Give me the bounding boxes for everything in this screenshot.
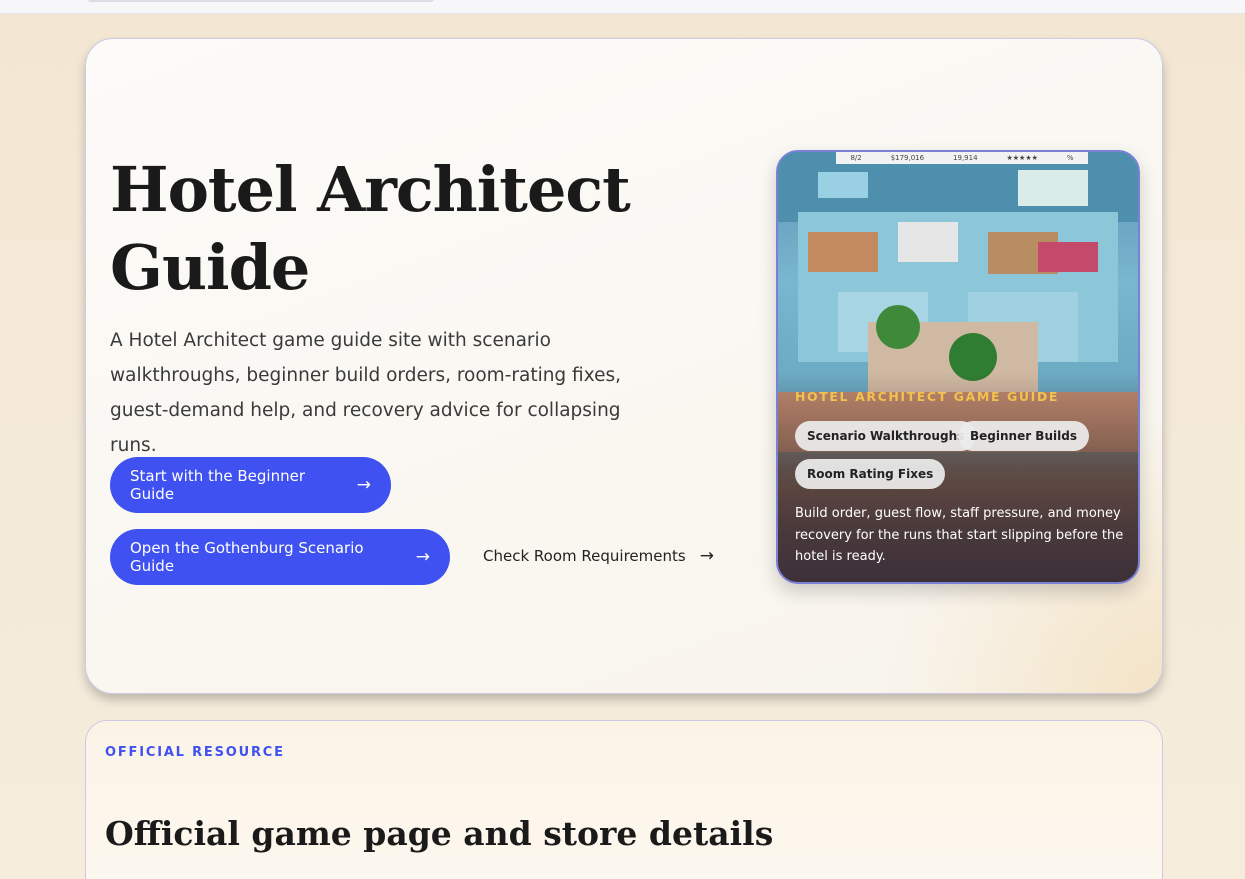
game-hud: 8/2 $179,016 19,914 ★★★★★ %: [836, 152, 1088, 164]
browser-topbar: [0, 0, 1245, 14]
guide-preview-card[interactable]: 8/2 $179,016 19,914 ★★★★★ % HOTEL ARCHIT…: [776, 150, 1140, 584]
hud-rating: ★★★★★: [1006, 154, 1038, 162]
arrow-right-icon: →: [415, 547, 430, 567]
official-resource-section: OFFICIAL RESOURCE Official game page and…: [85, 720, 1163, 879]
chip-beginner-builds[interactable]: Beginner Builds: [958, 421, 1089, 451]
card-label: HOTEL ARCHITECT GAME GUIDE: [795, 389, 1060, 404]
room-requirements-label: Check Room Requirements: [483, 547, 686, 565]
start-beginner-guide-button[interactable]: Start with the Beginner Guide →: [110, 457, 391, 513]
arrow-right-icon: →: [699, 546, 714, 566]
hud-money: $179,016: [890, 154, 925, 162]
chip-room-rating-fixes[interactable]: Room Rating Fixes: [795, 459, 946, 489]
hero-description: A Hotel Architect game guide site with s…: [110, 330, 621, 456]
address-bar[interactable]: [88, 0, 434, 2]
hud-guests: 8/2: [850, 154, 862, 162]
section-eyebrow: OFFICIAL RESOURCE: [105, 745, 285, 760]
hud-score: 19,914: [953, 154, 978, 162]
page-title: Hotel Architect Guide: [110, 153, 631, 304]
card-description: Build order, guest flow, staff pressure,…: [795, 506, 1124, 564]
section-title: Official game page and store details: [105, 814, 774, 853]
hero-panel: Hotel Architect Guide A Hotel Architect …: [85, 38, 1163, 694]
room-requirements-link[interactable]: Check Room Requirements →: [483, 546, 714, 566]
arrow-right-icon: →: [356, 475, 371, 495]
hud-percent: %: [1066, 154, 1074, 162]
gothenburg-scenario-button[interactable]: Open the Gothenburg Scenario Guide →: [110, 529, 450, 585]
start-beginner-guide-label: Start with the Beginner Guide: [130, 467, 306, 503]
gothenburg-scenario-label: Open the Gothenburg Scenario Guide: [130, 539, 364, 575]
chip-scenario-walkthroughs[interactable]: Scenario Walkthroughs: [795, 421, 977, 451]
